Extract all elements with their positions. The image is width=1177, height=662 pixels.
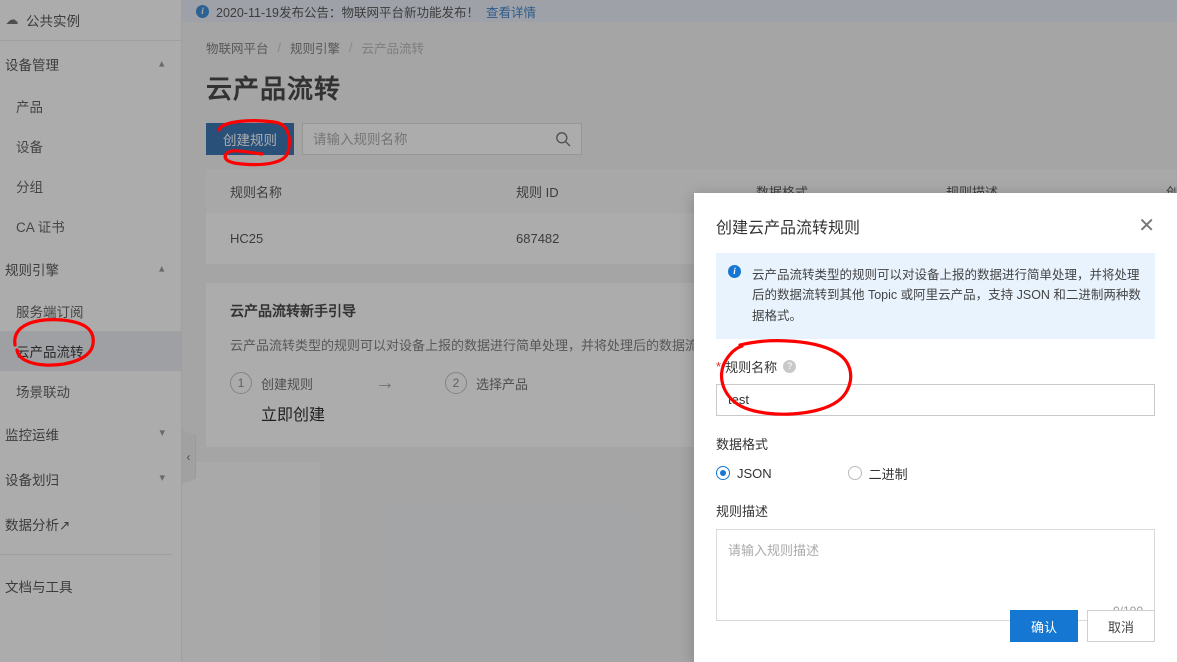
question-circle-icon[interactable]: ? (783, 359, 797, 373)
rule-name-input[interactable] (716, 383, 1155, 416)
rule-desc-label: 规则描述 (716, 503, 769, 519)
close-icon[interactable]: ✕ (1138, 216, 1155, 236)
dialog-body: i 云产品流转类型的规则可以对设备上报的数据进行简单处理，并将处理后的数据流转到… (694, 238, 1177, 626)
dialog-info-banner: i 云产品流转类型的规则可以对设备上报的数据进行简单处理，并将处理后的数据流转到… (716, 253, 1155, 339)
dialog-info-text: 云产品流转类型的规则可以对设备上报的数据进行简单处理，并将处理后的数据流转到其他… (752, 268, 1141, 323)
rule-name-label-text: 规则名称 (725, 359, 778, 375)
data-format-label: 数据格式 (716, 436, 769, 452)
confirm-button[interactable]: 确认 (1009, 610, 1078, 642)
dialog-footer: 确认 取消 (1009, 610, 1155, 642)
data-format-radio-group: JSON 二进制 (716, 464, 1155, 483)
radio-option-json[interactable]: JSON (716, 466, 772, 481)
dialog-header: 创建云产品流转规则 ✕ (694, 193, 1177, 238)
radio-binary-label: 二进制 (868, 466, 908, 482)
create-rule-dialog: 创建云产品流转规则 ✕ i 云产品流转类型的规则可以对设备上报的数据进行简单处理… (694, 193, 1177, 662)
radio-json-label: JSON (737, 465, 772, 481)
radio-binary-icon[interactable] (847, 466, 862, 481)
info-circle-icon: i (728, 265, 741, 278)
rule-desc-textarea[interactable] (716, 528, 1155, 621)
required-mark: * (716, 358, 722, 374)
radio-option-binary[interactable]: 二进制 (847, 464, 908, 483)
cancel-button[interactable]: 取消 (1086, 610, 1155, 642)
dialog-title: 创建云产品流转规则 (716, 220, 861, 237)
rule-name-label: * 规则名称 ? (716, 357, 1155, 376)
radio-json-icon[interactable] (716, 466, 730, 481)
screen: ☁ 公共实例 设备管理 ▾ 产品 设备 分组 CA 证书 规则引擎 ▾ 服务端订… (0, 0, 1177, 662)
